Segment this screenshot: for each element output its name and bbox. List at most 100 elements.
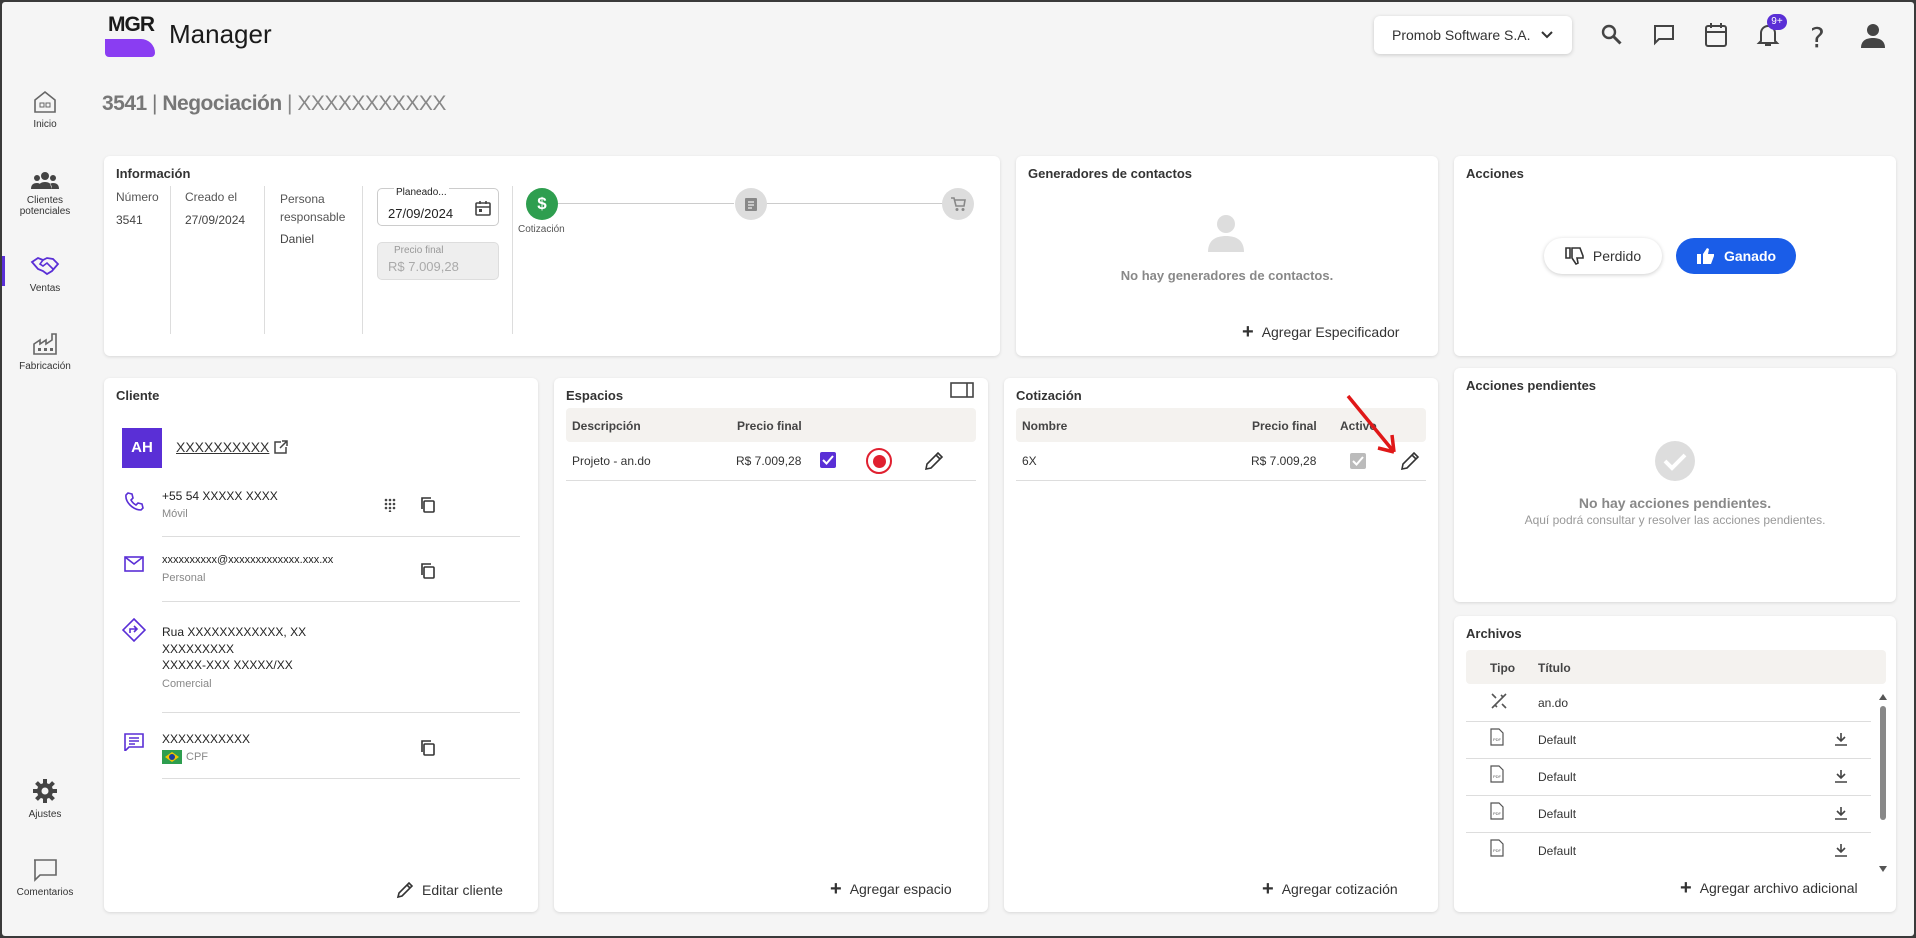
table-row[interactable]: PDF Default bbox=[1466, 833, 1871, 869]
checkbox-checked[interactable] bbox=[820, 452, 836, 468]
sidebar-item-inicio[interactable]: Inicio bbox=[2, 90, 88, 130]
pdf-icon: PDF bbox=[1490, 802, 1504, 820]
chat-icon[interactable] bbox=[1652, 23, 1676, 47]
scroll-down-arrow[interactable] bbox=[1879, 866, 1887, 872]
step-cotizacion[interactable]: $ bbox=[526, 188, 558, 220]
check-circle-icon bbox=[1654, 440, 1696, 482]
pdf-icon: PDF bbox=[1490, 728, 1504, 746]
perdido-button[interactable]: Perdido bbox=[1544, 238, 1662, 274]
external-link-icon bbox=[273, 439, 289, 455]
add-espacio-button[interactable]: + Agregar espacio bbox=[830, 879, 952, 899]
pendientes-card: Acciones pendientes No hay acciones pend… bbox=[1454, 368, 1896, 602]
calendar-icon[interactable] bbox=[475, 200, 491, 216]
page-title: 3541 | Negociación | XXXXXXXXXXX bbox=[102, 92, 446, 116]
pdf-icon: PDF bbox=[1490, 839, 1504, 857]
copy-icon[interactable] bbox=[420, 740, 436, 756]
clipboard-icon bbox=[744, 196, 758, 212]
step-cart[interactable] bbox=[942, 188, 974, 220]
user-icon[interactable] bbox=[1860, 22, 1886, 48]
col-precio: Precio final bbox=[1252, 419, 1317, 433]
add-archivo-button[interactable]: + Agregar archivo adicional bbox=[1680, 878, 1858, 898]
table-row[interactable]: Projeto - an.do R$ 7.009,28 bbox=[566, 442, 976, 480]
page-title-separator: | bbox=[281, 92, 298, 115]
scroll-thumb[interactable] bbox=[1880, 706, 1886, 820]
thumb-down-icon bbox=[1565, 247, 1585, 265]
calendar-icon[interactable] bbox=[1704, 22, 1728, 48]
app-window: MGR Manager Promob Software S.A. 9+ ? In… bbox=[2, 2, 1914, 936]
planeado-value: 27/09/2024 bbox=[388, 206, 454, 221]
edit-cliente-button[interactable]: Editar cliente bbox=[396, 881, 503, 899]
numero-value: 3541 bbox=[116, 213, 143, 227]
col-precio: Precio final bbox=[737, 419, 802, 433]
help-icon[interactable]: ? bbox=[1810, 21, 1825, 54]
add-archivo-label: Agregar archivo adicional bbox=[1699, 880, 1858, 896]
sidebar-item-label: Ajustes bbox=[28, 809, 62, 820]
espacio-price: R$ 7.009,28 bbox=[736, 454, 802, 468]
file-title: Default bbox=[1538, 807, 1577, 821]
page-title-section: Negociación bbox=[162, 92, 282, 115]
company-name: Promob Software S.A. bbox=[1392, 27, 1531, 43]
planeado-field[interactable]: Planeado... 27/09/2024 bbox=[377, 187, 499, 226]
col-descripcion: Descripción bbox=[572, 419, 641, 433]
phone-value: +55 54 XXXXX XXXX bbox=[162, 489, 278, 503]
perdido-label: Perdido bbox=[1592, 248, 1642, 264]
company-selector[interactable]: Promob Software S.A. bbox=[1374, 16, 1572, 54]
copy-icon[interactable] bbox=[420, 497, 436, 513]
sidebar-item-comentarios[interactable]: Comentarios bbox=[2, 858, 88, 898]
generadores-title: Generadores de contactos bbox=[1028, 166, 1192, 181]
add-cotizacion-button[interactable]: + Agregar cotización bbox=[1262, 879, 1398, 899]
pendientes-empty: No hay acciones pendientes. bbox=[1578, 495, 1772, 511]
table-row[interactable]: an.do bbox=[1466, 684, 1871, 720]
scrollbar[interactable] bbox=[1878, 694, 1888, 872]
dialpad-icon[interactable] bbox=[384, 498, 396, 512]
espacio-desc: Projeto - an.do bbox=[572, 454, 651, 468]
notifications-icon[interactable]: 9+ bbox=[1756, 14, 1787, 48]
col-titulo: Título bbox=[1538, 661, 1571, 675]
design-tool-icon bbox=[1490, 692, 1508, 710]
sidebar-item-ajustes[interactable]: Ajustes bbox=[2, 778, 88, 820]
download-icon[interactable] bbox=[1834, 732, 1848, 746]
acciones-title: Acciones bbox=[1466, 166, 1524, 181]
table-row[interactable]: PDF Default bbox=[1466, 796, 1871, 832]
sidebar-item-clientes[interactable]: Clientes potenciales bbox=[2, 170, 88, 217]
add-especificador-label: Agregar Especificador bbox=[1261, 324, 1400, 340]
pencil-icon[interactable] bbox=[924, 451, 944, 471]
archivos-table-header bbox=[1466, 650, 1886, 684]
sidebar-item-fabricacion[interactable]: Fabricación bbox=[2, 332, 88, 372]
thumb-up-icon bbox=[1696, 247, 1716, 265]
download-icon[interactable] bbox=[1834, 843, 1848, 857]
panel-toggle-icon[interactable] bbox=[950, 382, 974, 398]
dollar-icon: $ bbox=[537, 194, 547, 213]
numero-label: Número bbox=[116, 190, 159, 204]
search-icon[interactable] bbox=[1600, 23, 1624, 47]
add-especificador-button[interactable]: + Agregar Especificador bbox=[1242, 322, 1400, 342]
stepper-line bbox=[764, 203, 944, 204]
ganado-button[interactable]: Ganado bbox=[1676, 238, 1796, 274]
phone-icon bbox=[124, 491, 144, 511]
persona-label: Persona responsable bbox=[280, 190, 345, 226]
info-title: Información bbox=[116, 166, 191, 181]
planeado-label: Planeado... bbox=[394, 187, 449, 198]
brazil-flag-icon bbox=[162, 750, 182, 764]
step-document[interactable] bbox=[735, 188, 767, 220]
stepper-line bbox=[554, 203, 734, 204]
app-logo[interactable]: MGR bbox=[105, 13, 157, 61]
edit-cliente-label: Editar cliente bbox=[422, 882, 503, 898]
promob-logo-icon[interactable] bbox=[866, 448, 892, 474]
scroll-up-arrow[interactable] bbox=[1879, 694, 1887, 700]
archivos-title: Archivos bbox=[1466, 626, 1522, 641]
table-row[interactable]: PDF Default bbox=[1466, 759, 1871, 795]
step-label: Cotización bbox=[518, 224, 565, 235]
cliente-name-link[interactable]: XXXXXXXXXX bbox=[176, 439, 289, 455]
col-tipo: Tipo bbox=[1490, 661, 1516, 675]
copy-icon[interactable] bbox=[420, 563, 436, 579]
download-icon[interactable] bbox=[1834, 769, 1848, 783]
generadores-card: Generadores de contactos No hay generado… bbox=[1016, 156, 1438, 356]
sidebar-item-ventas[interactable]: Ventas bbox=[2, 254, 88, 294]
pencil-icon[interactable] bbox=[1400, 451, 1420, 471]
svg-text:PDF: PDF bbox=[1493, 811, 1502, 816]
download-icon[interactable] bbox=[1834, 806, 1848, 820]
cliente-card: Cliente AH XXXXXXXXXX +55 54 XXXXX XXXX … bbox=[104, 378, 538, 912]
table-row[interactable]: PDF Default bbox=[1466, 722, 1871, 758]
cliente-title: Cliente bbox=[116, 388, 160, 403]
